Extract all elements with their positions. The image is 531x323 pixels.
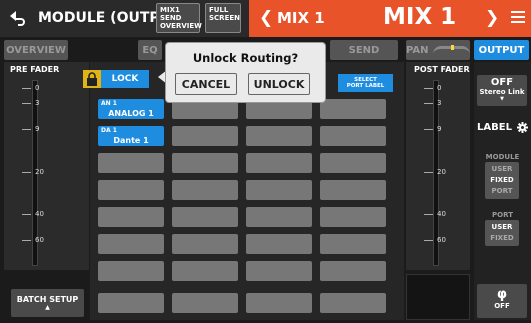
routing-cell[interactable] [172,234,238,254]
back-arrow-icon[interactable] [4,6,32,30]
mix-send-overview-button[interactable]: MIX1 SEND OVERVIEW [156,3,202,33]
dialog-title: Unlock Routing? [192,51,299,65]
pan-knob-icon [432,45,470,54]
scale-mark: 3 [22,99,39,107]
gear-icon [516,122,528,133]
tab-pan[interactable]: PAN [406,40,470,60]
pre-fader-label: PRE FADER [10,65,60,74]
scale-mark: 60 [424,236,446,244]
tab-output[interactable]: OUTPUT [474,40,529,60]
scale-mark: 9 [22,125,39,133]
post-fader-panel: POST FADER 0 3 9 20 40 60 [406,62,470,270]
scale-mark: 40 [22,210,44,218]
tab-send[interactable]: SEND [330,40,398,60]
scale-mark: 40 [424,210,446,218]
title-bar: MODULE (OUTPUT) MIX1 SEND OVERVIEW FULL … [0,0,531,37]
pre-fader-panel: PRE FADER 0 3 9 20 40 60 [4,62,89,270]
routing-cell[interactable] [172,126,238,146]
cancel-button[interactable]: CANCEL [175,73,237,95]
module-label-options[interactable]: USER FIXED PORT [485,162,519,199]
routing-cell[interactable] [320,293,386,313]
empty-panel [406,274,470,320]
scale-mark: 0 [22,84,39,92]
routing-cell[interactable] [172,261,238,281]
phase-button[interactable]: φ OFF [477,284,527,318]
routing-cell[interactable] [246,126,312,146]
routing-cell[interactable] [320,261,386,281]
routing-cell[interactable] [172,207,238,227]
routing-cell[interactable] [320,180,386,200]
lock-icon[interactable] [83,70,101,88]
routing-cell[interactable] [98,261,164,281]
routing-cell[interactable] [246,180,312,200]
routing-cell[interactable] [246,261,312,281]
routing-cell[interactable] [246,293,312,313]
routing-cell[interactable] [172,153,238,173]
routing-cell[interactable] [98,153,164,173]
routing-cell-assigned[interactable]: DA 1 Dante 1 [98,126,164,146]
routing-cell[interactable] [320,126,386,146]
module-label-heading: MODULE [485,153,520,161]
routing-cell[interactable] [172,99,238,119]
tab-overview[interactable]: OVERVIEW [4,40,68,60]
routing-cell[interactable] [320,153,386,173]
routing-cell-assigned[interactable]: AN 1 ANALOG 1 [98,99,164,119]
routing-cell[interactable] [320,207,386,227]
routing-cell[interactable] [172,180,238,200]
routing-cell[interactable] [172,293,238,313]
scale-mark: 0 [424,84,441,92]
next-channel-chevron-icon[interactable]: ❯ [485,8,499,28]
routing-cell[interactable] [320,99,386,119]
routing-cell[interactable] [98,293,164,313]
full-screen-button[interactable]: FULL SCREEN [205,3,241,33]
channel-name-large: MIX 1 [383,4,457,30]
tab-eq[interactable]: EQ [138,40,162,60]
scale-mark: 60 [22,236,44,244]
batch-setup-button[interactable]: BATCH SETUP ▲ [11,289,84,317]
port-label-heading: PORT [492,211,513,219]
scale-mark: 20 [424,168,446,176]
chevron-down-icon: ▼ [500,96,504,102]
phase-icon: φ [496,287,508,302]
scale-mark: 20 [22,168,44,176]
channel-name: MIX 1 [277,9,325,27]
label-settings[interactable]: LABEL [477,122,528,133]
scale-mark: 3 [424,99,441,107]
unlock-button[interactable]: UNLOCK [248,73,310,95]
scale-mark: 9 [424,125,441,133]
routing-cell[interactable] [246,99,312,119]
prev-channel-chevron-icon[interactable]: ❮ [259,8,273,28]
routing-cell[interactable] [246,207,312,227]
menu-icon[interactable] [511,11,525,26]
select-port-label-button[interactable]: SELECT PORT LABEL [338,74,393,92]
routing-cell[interactable] [320,234,386,254]
port-label-options[interactable]: USER FIXED [485,220,519,246]
routing-cell[interactable] [246,234,312,254]
lock-button[interactable]: LOCK [101,70,149,88]
post-fader-label: POST FADER [414,65,470,74]
routing-cell[interactable] [98,207,164,227]
routing-cell[interactable] [246,153,312,173]
stereo-link-button[interactable]: OFF Stereo Link ▼ [477,75,527,106]
routing-cell[interactable] [98,234,164,254]
routing-cell[interactable] [98,180,164,200]
unlock-routing-dialog: Unlock Routing? CANCEL UNLOCK [166,43,325,102]
